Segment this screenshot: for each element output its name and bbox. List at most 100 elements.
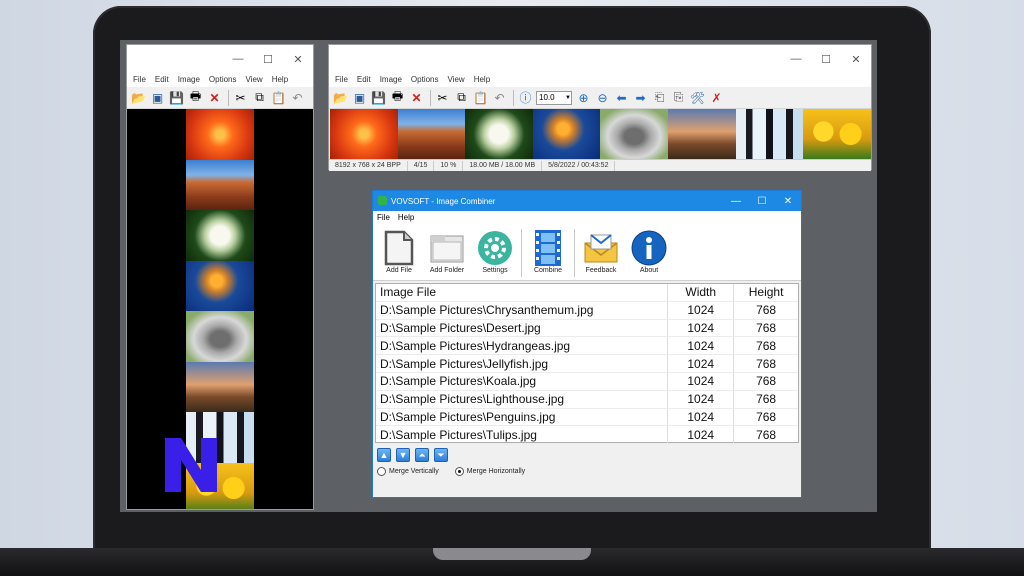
cell-file: D:\Sample Pictures\Hydrangeas.jpg — [376, 337, 669, 355]
delete-icon[interactable]: ✕ — [206, 89, 223, 106]
image-icon[interactable]: ▣ — [351, 89, 368, 106]
save-icon[interactable]: 💾 — [168, 89, 185, 106]
zoom-select[interactable]: 10.0 ▼ — [536, 90, 572, 105]
zoom-in-icon[interactable]: ⊕ — [575, 89, 592, 106]
table-row[interactable]: D:\Sample Pictures\Desert.jpg 1024 768 — [376, 319, 798, 338]
merge-vertically-option[interactable]: Merge Vertically — [377, 467, 439, 476]
envelope-icon — [583, 229, 619, 267]
radio-button-selected[interactable] — [454, 467, 464, 476]
save-icon[interactable]: 💾 — [370, 89, 387, 106]
page-first-icon[interactable]: ⎗ — [651, 89, 668, 106]
move-bottom-icon[interactable]: ⏷ — [434, 448, 448, 462]
menu-help[interactable]: Help — [398, 211, 414, 225]
cell-width: 1024 — [668, 319, 735, 337]
image-file-list[interactable]: Image File Width Height D:\Sample Pictur… — [375, 283, 799, 445]
table-row[interactable]: D:\Sample Pictures\Jellyfish.jpg 1024 76… — [376, 355, 798, 373]
info-icon[interactable]: ⓘ — [517, 89, 534, 106]
left-menubar: File Edit Image Options View Help — [127, 73, 313, 87]
table-row[interactable]: D:\Sample Pictures\Hydrangeas.jpg 1024 7… — [376, 337, 798, 356]
thumb-tulips — [803, 109, 871, 159]
settings-button[interactable]: Settings — [471, 229, 519, 279]
minimize-button[interactable]: — — [723, 191, 749, 211]
combine-button[interactable]: Combine — [524, 229, 572, 279]
menu-options[interactable]: Options — [411, 73, 439, 87]
copy-icon[interactable]: ⧉ — [251, 89, 268, 106]
top-viewer-window: — ☐ ✕ File Edit Image Options View Help … — [328, 44, 872, 171]
merge-horizontally-option[interactable]: Merge Horizontally — [454, 467, 525, 476]
menu-file[interactable]: File — [335, 73, 348, 87]
cell-width: 1024 — [668, 372, 735, 390]
menu-edit[interactable]: Edit — [155, 73, 169, 87]
maximize-button[interactable]: ☐ — [749, 191, 775, 211]
cell-width: 1024 — [668, 426, 735, 444]
cell-width: 1024 — [668, 408, 735, 426]
arrow-left-icon[interactable]: ⬅ — [613, 89, 630, 106]
app-icon — [378, 196, 387, 205]
minimize-button[interactable]: — — [223, 45, 253, 73]
table-row[interactable]: D:\Sample Pictures\Koala.jpg 1024 768 — [376, 372, 798, 391]
open-folder-icon[interactable]: 📂 — [332, 89, 349, 106]
open-folder-icon[interactable]: 📂 — [130, 89, 147, 106]
menu-options[interactable]: Options — [209, 73, 237, 87]
close-button[interactable]: ✕ — [841, 45, 871, 73]
cell-height: 768 — [756, 303, 777, 318]
thumb-chrysanthemum — [330, 109, 398, 159]
menu-help[interactable]: Help — [474, 73, 490, 87]
exit-icon[interactable]: ✗ — [708, 89, 725, 106]
menu-image[interactable]: Image — [380, 73, 402, 87]
column-header-height[interactable]: Height — [734, 284, 798, 301]
menu-file[interactable]: File — [133, 73, 146, 87]
feedback-button[interactable]: Feedback — [577, 229, 625, 279]
undo-icon[interactable]: ↶ — [289, 89, 306, 106]
move-top-icon[interactable]: ⏶ — [415, 448, 429, 462]
page-last-icon[interactable]: ⎘ — [670, 89, 687, 106]
menu-help[interactable]: Help — [272, 73, 288, 87]
table-row[interactable]: D:\Sample Pictures\Tulips.jpg 1024 768 — [376, 426, 798, 445]
gear-icon — [477, 229, 513, 267]
tools-icon[interactable]: 🛠 — [689, 89, 706, 106]
merge-mode-options: Merge Vertically Merge Horizontally — [377, 467, 541, 476]
menu-image[interactable]: Image — [178, 73, 200, 87]
add-file-button[interactable]: Add File — [375, 229, 423, 279]
undo-icon[interactable]: ↶ — [491, 89, 508, 106]
cut-icon[interactable]: ✂ — [434, 89, 451, 106]
copy-icon[interactable]: ⧉ — [453, 89, 470, 106]
table-row[interactable]: D:\Sample Pictures\Penguins.jpg 1024 768 — [376, 408, 798, 427]
move-down-icon[interactable]: ▼ — [396, 448, 410, 462]
menu-edit[interactable]: Edit — [357, 73, 371, 87]
table-row[interactable]: D:\Sample Pictures\Chrysanthemum.jpg 102… — [376, 301, 798, 320]
menu-file[interactable]: File — [377, 211, 390, 225]
maximize-button[interactable]: ☐ — [811, 45, 841, 73]
thumb-hydrangeas — [465, 109, 533, 159]
cut-icon[interactable]: ✂ — [232, 89, 249, 106]
paste-icon[interactable]: 📋 — [472, 89, 489, 106]
move-up-icon[interactable]: ▲ — [377, 448, 391, 462]
minimize-button[interactable]: — — [781, 45, 811, 73]
thumb-lighthouse — [186, 361, 254, 412]
thumb-lighthouse — [667, 109, 736, 159]
column-header-width[interactable]: Width — [668, 284, 735, 301]
print-icon[interactable]: 🖶 — [187, 89, 204, 106]
menu-view[interactable]: View — [448, 73, 465, 87]
cell-height: 768 — [756, 374, 777, 389]
add-folder-button[interactable]: Add Folder — [423, 229, 471, 279]
close-button[interactable]: ✕ — [283, 45, 313, 73]
arrow-right-icon[interactable]: ➡ — [632, 89, 649, 106]
cell-file: D:\Sample Pictures\Desert.jpg — [376, 319, 669, 337]
about-button[interactable]: About — [625, 229, 673, 279]
image-icon[interactable]: ▣ — [149, 89, 166, 106]
thumb-jellyfish — [186, 260, 254, 311]
table-row[interactable]: D:\Sample Pictures\Lighthouse.jpg 1024 7… — [376, 390, 798, 409]
folder-icon — [429, 229, 465, 267]
menu-view[interactable]: View — [246, 73, 263, 87]
zoom-out-icon[interactable]: ⊖ — [594, 89, 611, 106]
column-header-file[interactable]: Image File — [376, 284, 669, 301]
combiner-toolbar: Add File Add Folder Settings Combine Fee… — [373, 225, 801, 281]
radio-button[interactable] — [377, 467, 386, 476]
paste-icon[interactable]: 📋 — [270, 89, 287, 106]
maximize-button[interactable]: ☐ — [253, 45, 283, 73]
print-icon[interactable]: 🖶 — [389, 89, 406, 106]
image-combiner-window: VOVSOFT - Image Combiner — ☐ ✕ File Help… — [372, 190, 802, 498]
close-button[interactable]: ✕ — [775, 191, 801, 211]
delete-icon[interactable]: ✕ — [408, 89, 425, 106]
